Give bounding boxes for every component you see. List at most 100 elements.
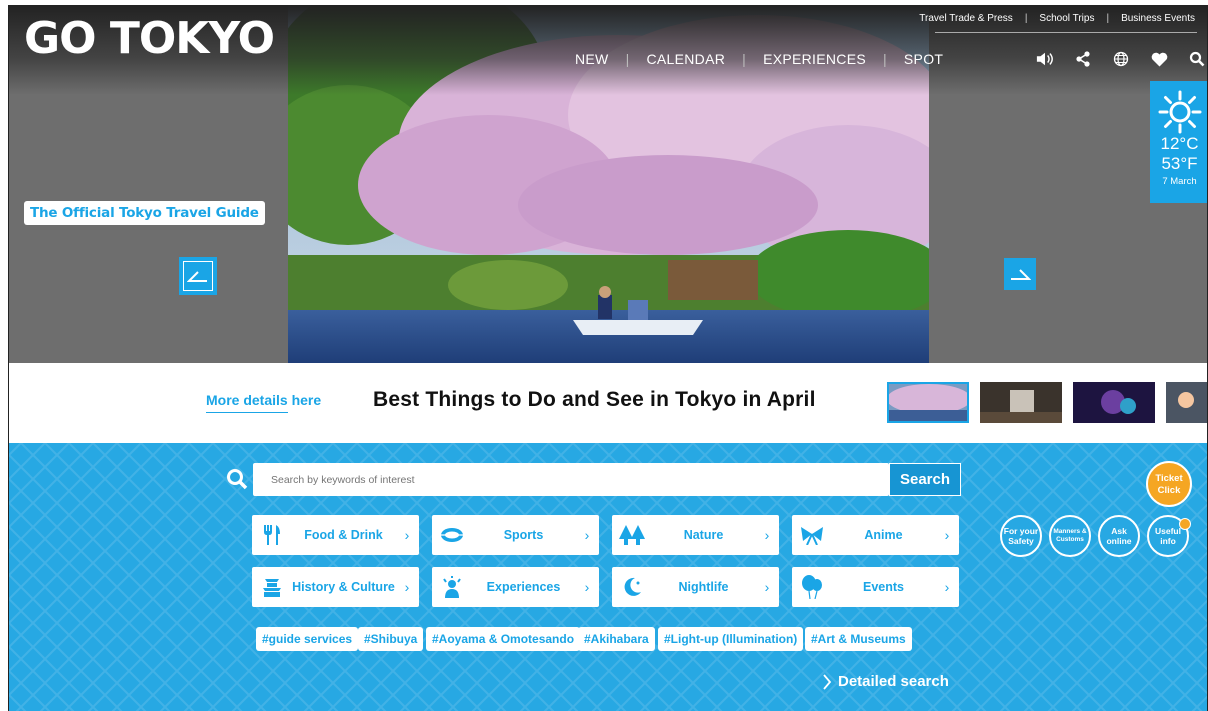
carousel-thumbnail[interactable] <box>980 382 1062 423</box>
castle-icon <box>252 576 292 598</box>
search-icon <box>226 468 248 495</box>
ticket-button[interactable]: Ticket Click <box>1146 461 1192 507</box>
logo-tagline: The Official Tokyo Travel Guide <box>24 201 265 225</box>
quick-link-label: For your <box>1003 526 1039 536</box>
weather-celsius: 12°C <box>1160 134 1199 153</box>
ask-online-button[interactable]: Ask online <box>1098 515 1140 557</box>
quick-link-label: Safety <box>1008 536 1034 546</box>
quick-link-label: info <box>1160 536 1176 546</box>
tag-link[interactable]: #Aoyama & Omotesando <box>426 627 581 651</box>
chevron-right-icon: › <box>584 527 590 543</box>
quick-link-label: Ask <box>1111 526 1127 536</box>
category-label: Nature <box>683 528 724 542</box>
chevron-right-icon: › <box>944 579 950 595</box>
trees-icon <box>612 525 652 545</box>
quick-link-label: Useful <box>1155 526 1181 536</box>
divider: | <box>742 51 747 67</box>
category-events[interactable]: Events › <box>792 567 959 607</box>
hero-carousel: GO TOKYO The Official Tokyo Travel Guide… <box>9 5 1207 363</box>
chevron-right-icon: › <box>764 527 770 543</box>
chevron-right-icon: › <box>944 527 950 543</box>
link-school-trips[interactable]: School Trips <box>1039 13 1094 24</box>
utility-divider-line <box>935 32 1197 33</box>
sun-icon <box>1150 81 1207 134</box>
quick-link-label: Customs <box>1056 536 1084 543</box>
category-experiences[interactable]: Experiences › <box>432 567 599 607</box>
weather-widget[interactable]: 12°C 53°F 7 March <box>1150 81 1207 203</box>
logo-wordmark: GO TOKYO <box>24 13 275 64</box>
detailed-search-label: Detailed search <box>838 673 949 690</box>
balloon-icon <box>792 575 832 599</box>
stadium-icon <box>432 527 472 543</box>
category-anime[interactable]: Anime › <box>792 515 959 555</box>
page-frame: GO TOKYO The Official Tokyo Travel Guide… <box>8 5 1208 711</box>
category-history-culture[interactable]: History & Culture › <box>252 567 419 607</box>
ticket-click-label: Click <box>1157 485 1181 496</box>
nav-spot[interactable]: SPOT <box>904 51 943 67</box>
header-icons <box>1036 50 1206 68</box>
category-food-drink[interactable]: Food & Drink › <box>252 515 419 555</box>
divider: | <box>882 51 887 67</box>
main-nav: NEW | CALENDAR | EXPERIENCES | SPOT <box>575 51 943 67</box>
search-section: Search Food & Drink › Sports › Nature › … <box>9 443 1207 711</box>
person-sparkle-icon <box>432 576 472 598</box>
fork-knife-icon <box>252 524 292 546</box>
category-nightlife[interactable]: Nightlife › <box>612 567 779 607</box>
category-label: Events <box>863 580 904 594</box>
divider: | <box>625 51 630 67</box>
feature-title[interactable]: Best Things to Do and See in Tokyo in Ap… <box>373 388 816 412</box>
heart-icon[interactable] <box>1150 50 1168 68</box>
chevron-right-icon: › <box>404 579 410 595</box>
tag-link[interactable]: #Shibuya <box>358 627 424 651</box>
manners-customs-button[interactable]: Manners & Customs <box>1049 515 1091 557</box>
search-icon[interactable] <box>1188 50 1206 68</box>
nav-calendar[interactable]: CALENDAR <box>647 51 726 67</box>
safety-button[interactable]: For your Safety <box>1000 515 1042 557</box>
feature-strip: More details here Best Things to Do and … <box>9 363 1207 443</box>
category-label: Anime <box>864 528 903 542</box>
category-label: Food & Drink <box>304 528 383 542</box>
utility-links: Travel Trade & Press | School Trips | Bu… <box>919 13 1195 24</box>
more-details-underline-arrow <box>206 412 288 413</box>
category-label: History & Culture <box>292 580 395 594</box>
carousel-next-button[interactable] <box>1004 258 1036 290</box>
carousel-thumbnail[interactable] <box>1073 382 1155 423</box>
divider: | <box>1106 13 1110 24</box>
nav-experiences[interactable]: EXPERIENCES <box>763 51 866 67</box>
share-icon[interactable] <box>1074 50 1092 68</box>
search-box <box>253 463 889 496</box>
category-label: Sports <box>503 528 544 542</box>
notification-badge <box>1179 518 1191 530</box>
tag-link[interactable]: #Light-up (Illumination) <box>658 627 804 651</box>
ribbon-icon <box>792 525 832 545</box>
moon-icon <box>612 576 652 598</box>
quick-link-label: Manners & <box>1053 528 1087 535</box>
category-label: Experiences <box>486 580 561 594</box>
tag-link[interactable]: #guide services <box>256 627 359 651</box>
category-sports[interactable]: Sports › <box>432 515 599 555</box>
carousel-thumbnail[interactable] <box>887 382 969 423</box>
link-travel-trade-press[interactable]: Travel Trade & Press <box>919 13 1013 24</box>
globe-icon[interactable] <box>1112 50 1130 68</box>
arrow-right-icon <box>1011 269 1031 280</box>
search-input[interactable] <box>254 464 874 495</box>
speaker-icon[interactable] <box>1036 50 1054 68</box>
chevron-right-icon: › <box>764 579 770 595</box>
search-button[interactable]: Search <box>889 463 961 496</box>
tag-link[interactable]: #Art & Museums <box>805 627 912 651</box>
ticket-label: Ticket <box>1155 473 1183 484</box>
link-business-events[interactable]: Business Events <box>1121 13 1195 24</box>
more-details-link[interactable]: More details here <box>206 392 321 408</box>
chevron-right-icon: › <box>584 579 590 595</box>
carousel-prev-button[interactable] <box>179 257 217 295</box>
weather-date: 7 March <box>1162 176 1197 187</box>
quick-link-label: online <box>1106 536 1132 546</box>
site-logo[interactable]: GO TOKYO The Official Tokyo Travel Guide <box>24 13 275 225</box>
divider: | <box>1024 13 1028 24</box>
carousel-thumbnail[interactable] <box>1166 382 1207 423</box>
chevron-right-icon: › <box>404 527 410 543</box>
detailed-search-link[interactable]: Detailed search <box>822 673 949 690</box>
category-nature[interactable]: Nature › <box>612 515 779 555</box>
nav-new[interactable]: NEW <box>575 51 609 67</box>
tag-link[interactable]: #Akihabara <box>578 627 655 651</box>
